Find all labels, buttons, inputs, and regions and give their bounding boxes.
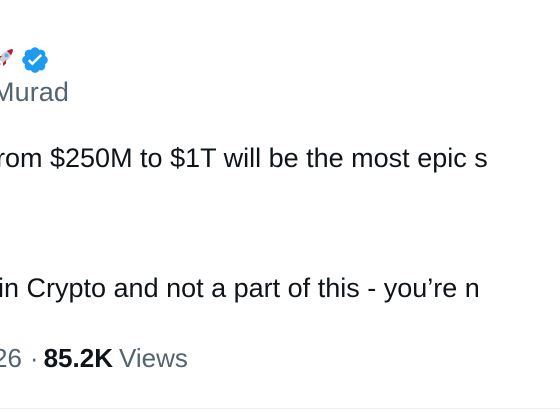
rocket-icon [0, 49, 13, 66]
meta-separator: · [29, 343, 39, 373]
tweet-text-line-1: rom $250M to $1T will be the most epic s [0, 143, 488, 173]
tweet-meta: 26 · 85.2K Views [0, 343, 188, 374]
tweet-text-line-2: in Crypto and not a part of this - you’r… [0, 273, 480, 303]
verified-badge-icon[interactable] [20, 45, 50, 75]
divider [0, 408, 560, 409]
timestamp[interactable]: 26 [0, 343, 22, 373]
views-count[interactable]: 85.2K [44, 343, 113, 373]
author-handle[interactable]: Murad [0, 77, 69, 108]
tweet-frame: Murad rom $250M to $1T will be the most … [0, 0, 560, 412]
views-label: Views [118, 343, 188, 373]
